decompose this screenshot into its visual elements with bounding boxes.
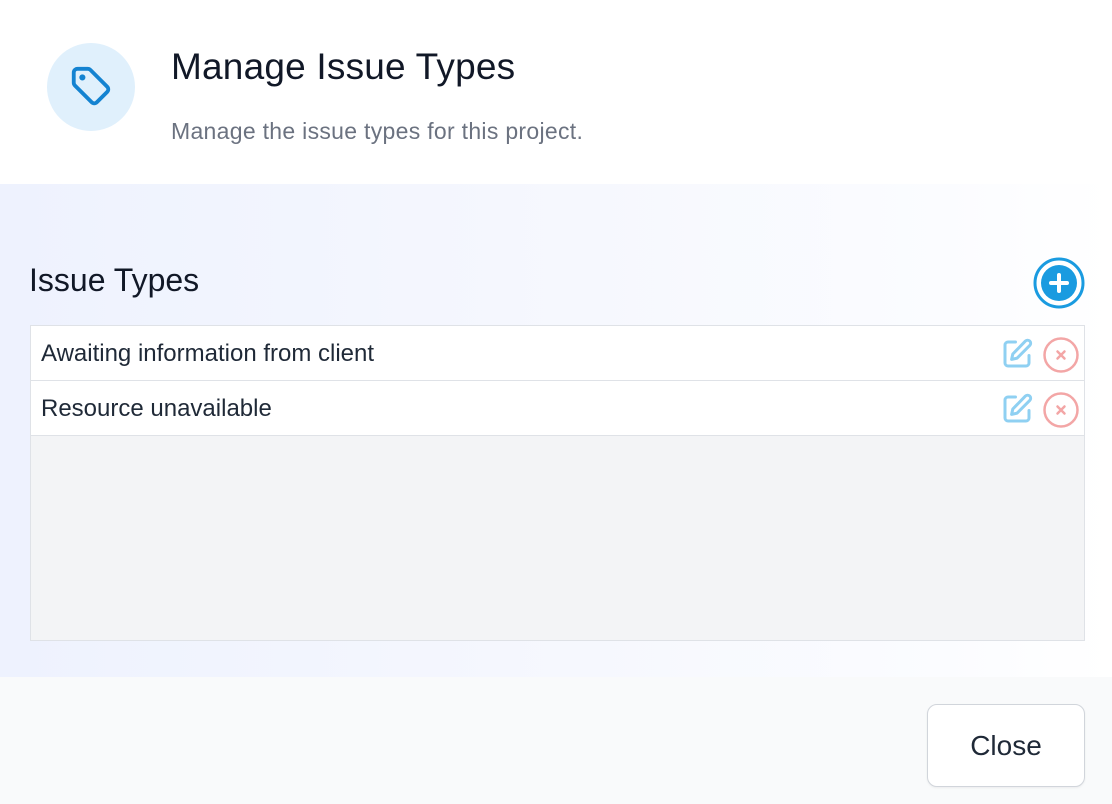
- tag-icon: [47, 43, 135, 131]
- edit-button[interactable]: [999, 336, 1035, 372]
- delete-button[interactable]: [1042, 391, 1080, 429]
- issue-type-label: Awaiting information from client: [41, 340, 375, 367]
- manage-issue-types-modal: Manage Issue Types Manage the issue type…: [0, 0, 1112, 804]
- modal-footer: Close: [0, 677, 1112, 804]
- list-item: Resource unavailable: [31, 381, 1084, 436]
- issue-types-list: Awaiting information from client Resourc…: [30, 325, 1085, 641]
- list-item: Awaiting information from client: [31, 326, 1084, 381]
- modal-title: Manage Issue Types: [171, 46, 516, 87]
- modal-subtitle: Manage the issue types for this project.: [171, 118, 584, 144]
- edit-button[interactable]: [999, 391, 1035, 427]
- modal-body: Issue Types Awaiting information from cl…: [0, 184, 1112, 677]
- close-button[interactable]: Close: [927, 704, 1085, 787]
- x-circle-icon: [1043, 392, 1079, 428]
- modal-header: Manage Issue Types Manage the issue type…: [0, 0, 1112, 184]
- issue-type-label: Resource unavailable: [41, 395, 272, 422]
- add-issue-type-button[interactable]: [1032, 256, 1086, 310]
- delete-button[interactable]: [1042, 336, 1080, 374]
- plus-circle-icon: [1033, 257, 1085, 309]
- pencil-square-icon: [1003, 393, 1033, 423]
- section-title: Issue Types: [29, 262, 200, 298]
- x-circle-icon: [1043, 337, 1079, 373]
- pencil-square-icon: [1003, 338, 1033, 368]
